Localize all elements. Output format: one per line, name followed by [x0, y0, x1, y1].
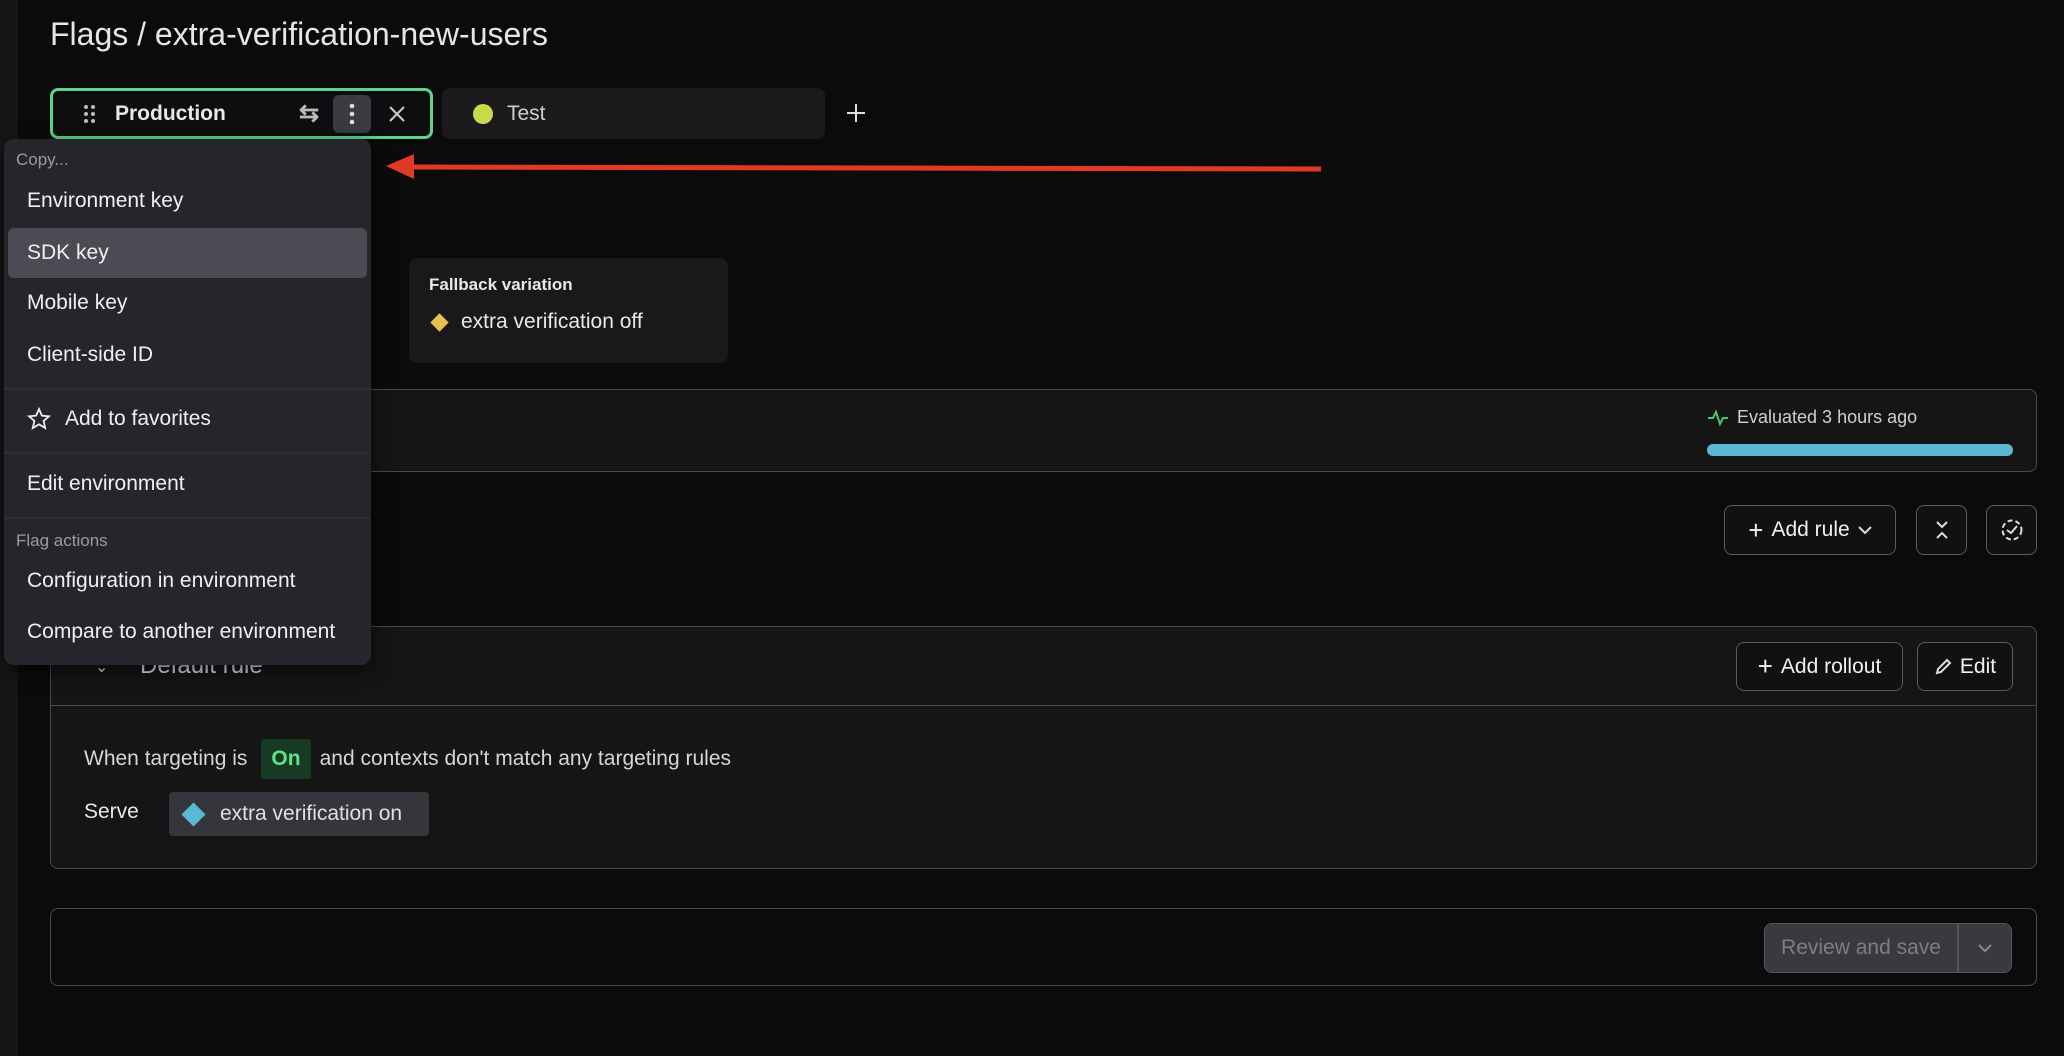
add-rule-button[interactable]: + Add rule [1724, 505, 1896, 555]
menu-item-edit-environment[interactable]: Edit environment [8, 459, 367, 509]
save-bar: Review and save [50, 908, 2037, 986]
collapse-all-button[interactable] [1916, 505, 1967, 555]
add-rule-label: Add rule [1771, 518, 1850, 541]
chevron-down-icon [1857, 526, 1872, 535]
diamond-icon [430, 313, 449, 332]
plus-icon: + [1748, 514, 1764, 545]
tab-production[interactable]: Production ⇆ [50, 88, 433, 139]
when-prefix: When targeting is [84, 747, 248, 770]
dashed-check-circle-icon [2001, 519, 2022, 541]
review-save-button[interactable]: Review and save [1764, 923, 1958, 973]
evaluated-text: Evaluated 3 hours ago [1737, 407, 1918, 427]
swap-icon[interactable]: ⇆ [291, 99, 327, 128]
page-title: Flags / extra-verification-new-users [50, 16, 548, 52]
edit-button[interactable]: Edit [1917, 642, 2013, 691]
environment-color-dot [473, 103, 493, 124]
check-status-button[interactable] [1986, 505, 2037, 555]
collapse-icon [1935, 521, 1948, 539]
tab-label: Production [115, 101, 226, 125]
menu-divider [4, 388, 371, 390]
close-icon[interactable] [371, 105, 423, 123]
fallback-title: Fallback variation [429, 275, 573, 294]
targeting-state-badge: On [261, 739, 311, 779]
activity-icon [1708, 409, 1728, 427]
star-icon [27, 407, 51, 430]
menu-item-client-side-id[interactable]: Client-side ID [8, 330, 367, 380]
tab-test[interactable]: Test [442, 88, 825, 139]
tab-label: Test [507, 101, 546, 125]
fallback-value: extra verification off [461, 310, 643, 333]
fallback-card: Fallback variation extra verification of… [409, 258, 728, 363]
menu-section-flag-actions: Flag actions [16, 531, 108, 550]
add-rollout-button[interactable]: + Add rollout [1736, 642, 1903, 691]
menu-divider [4, 452, 371, 454]
divider [51, 705, 2036, 706]
menu-item-mobile-key[interactable]: Mobile key [8, 278, 367, 328]
add-environment-button[interactable] [836, 93, 876, 133]
review-save-dropdown[interactable] [1958, 923, 2012, 973]
menu-item-label: Add to favorites [65, 407, 211, 430]
menu-item-environment-key[interactable]: Environment key [8, 176, 367, 226]
menu-item-sdk-key[interactable]: SDK key [8, 228, 367, 278]
serve-variation-chip[interactable]: extra verification on [169, 792, 429, 836]
edit-label: Edit [1959, 654, 1997, 678]
menu-item-compare[interactable]: Compare to another environment [8, 607, 367, 657]
chevron-down-icon [1978, 944, 1992, 953]
menu-item-add-to-favorites[interactable]: Add to favorites [8, 394, 367, 444]
annotation-arrow [386, 154, 1322, 179]
plus-icon: + [1757, 651, 1773, 681]
menu-item-configuration[interactable]: Configuration in environment [8, 556, 367, 606]
more-options-button[interactable] [333, 94, 371, 133]
pencil-icon [1935, 658, 1952, 674]
drag-handle-icon[interactable] [65, 104, 115, 124]
menu-divider [4, 517, 371, 519]
evaluation-bar-fill [1707, 444, 2013, 456]
add-rollout-label: Add rollout [1780, 654, 1882, 678]
when-suffix: and contexts don't match any targeting r… [319, 747, 732, 770]
menu-section-copy: Copy... [16, 150, 69, 169]
evaluation-bar [1707, 444, 2013, 456]
serve-value: extra verification on [220, 802, 403, 825]
serve-label: Serve [84, 800, 139, 823]
diamond-icon [181, 801, 206, 827]
environment-options-menu: Copy... Environment key SDK key Mobile k… [4, 139, 371, 665]
